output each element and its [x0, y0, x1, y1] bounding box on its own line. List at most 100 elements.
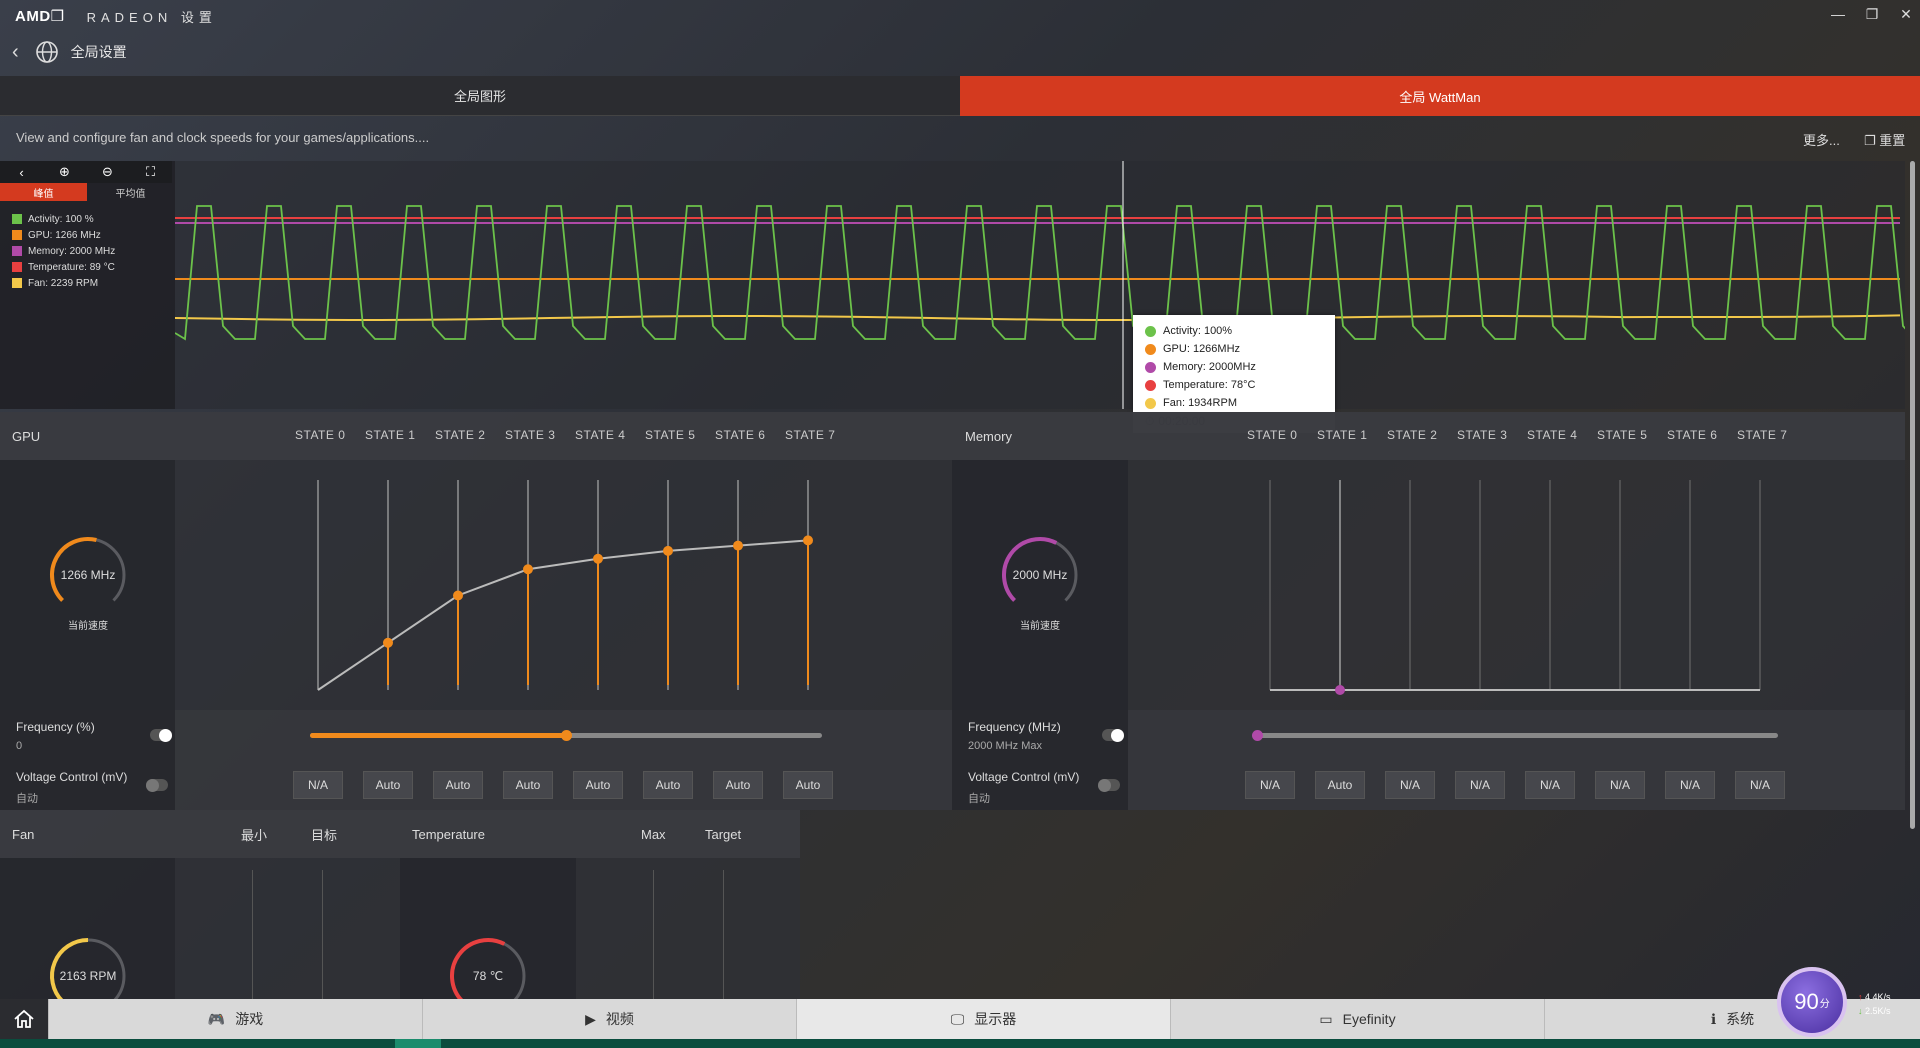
tooltip-item: Memory: 2000MHz: [1145, 358, 1323, 376]
memory-voltage-button-2[interactable]: N/A: [1385, 771, 1435, 799]
memory-frequency-slider[interactable]: [1252, 730, 1778, 741]
bottom-tab-0[interactable]: 🎮 游戏: [48, 999, 422, 1039]
gpu-state-0: STATE 0: [295, 428, 346, 442]
upload-icon: ↑: [1858, 992, 1866, 1002]
download-speed: 2.5K/s: [1865, 1006, 1891, 1016]
gpu-voltage-button-7[interactable]: Auto: [783, 771, 833, 799]
memory-panel: Memory STATE 0 STATE 1 STATE 2 STATE 3 STATE…: [952, 412, 1905, 810]
gpu-frequency-row: Frequency (%) 0: [0, 710, 952, 760]
gpu-voltage-button-1[interactable]: Auto: [363, 771, 413, 799]
gpu-voltage-button-6[interactable]: Auto: [713, 771, 763, 799]
memory-voltage-button-3[interactable]: N/A: [1455, 771, 1505, 799]
gpu-voltage-toggle[interactable]: [146, 778, 168, 792]
graph-sidebar: ‹ ⊕ ⊖ ⛶ 峰值 平均值 Activity: 100 % GPU: 1266 …: [0, 161, 175, 409]
fit-icon[interactable]: ⛶: [129, 161, 172, 183]
gpu-voltage-value: 自动: [16, 793, 38, 805]
legend-item[interactable]: Fan: 2239 RPM: [0, 275, 175, 291]
legend-item[interactable]: Memory: 2000 MHz: [0, 243, 175, 259]
close-button[interactable]: ✕: [1896, 6, 1916, 23]
legend-checkbox[interactable]: [12, 230, 22, 240]
tooltip-item: Activity: 100%: [1145, 322, 1323, 340]
gpu-state-point[interactable]: [663, 545, 673, 556]
gpu-slider-thumb[interactable]: [561, 730, 572, 741]
reset-label: 重置: [1879, 133, 1906, 148]
bottom-tab-1[interactable]: ▶ 视频: [422, 999, 796, 1039]
gpu-state-point[interactable]: [523, 564, 533, 575]
scrollbar[interactable]: [1910, 161, 1915, 829]
mode-peak[interactable]: 峰值: [0, 183, 87, 201]
more-link[interactable]: 更多...: [1803, 130, 1840, 149]
fan-panel: Fan 最小 目标 2163 RPM: [0, 810, 400, 1003]
memory-state-point[interactable]: [1335, 685, 1345, 695]
tab-global-wattman[interactable]: 全局 WattMan: [960, 76, 1920, 116]
memory-voltage-button-0[interactable]: N/A: [1245, 771, 1295, 799]
gpu-state-point[interactable]: [803, 535, 813, 546]
legend-label: Memory: 2000 MHz: [28, 245, 116, 257]
legend-item[interactable]: Temperature: 89 °C: [0, 259, 175, 275]
memory-frequency-toggle[interactable]: [1102, 728, 1124, 742]
temperature-target-track[interactable]: [723, 870, 724, 1000]
memory-voltage-button-4[interactable]: N/A: [1525, 771, 1575, 799]
memory-slider-thumb[interactable]: [1252, 730, 1263, 741]
legend-item[interactable]: GPU: 1266 MHz: [0, 227, 175, 243]
fan-header: Fan 最小 目标: [0, 810, 400, 858]
memory-voltage-button-7[interactable]: N/A: [1735, 771, 1785, 799]
info-icon: ℹ: [1710, 1010, 1717, 1027]
zoom-in-icon[interactable]: ⊕: [43, 161, 86, 183]
legend-checkbox[interactable]: [12, 262, 22, 272]
status-segment: [395, 1039, 441, 1048]
temperature-col-max: Max: [641, 826, 666, 842]
gpu-frequency-toggle[interactable]: [150, 728, 172, 742]
reset-button[interactable]: ❐ 重置: [1864, 130, 1905, 149]
gpu-frequency-slider[interactable]: [310, 730, 822, 741]
gpu-state-point[interactable]: [593, 553, 603, 564]
tooltip-dot: [1145, 343, 1156, 355]
bottom-tab-3[interactable]: ▭ Eyefinity: [1170, 999, 1544, 1039]
gpu-voltage-button-5[interactable]: Auto: [643, 771, 693, 799]
memory-voltage-toggle[interactable]: [1098, 778, 1120, 792]
legend-checkbox[interactable]: [12, 278, 22, 288]
temperature-panel: Temperature Max Target 78 ℃: [400, 810, 800, 1003]
score-unit: 分: [1819, 998, 1830, 1010]
gpu-voltage-toggle-knob: [146, 778, 159, 792]
back-icon[interactable]: ‹: [12, 41, 19, 64]
tab-global-graphics[interactable]: 全局图形: [0, 76, 960, 116]
memory-voltage-button-6[interactable]: N/A: [1665, 771, 1715, 799]
restore-button[interactable]: ❐: [1862, 6, 1882, 23]
tooltip-dot: [1145, 325, 1156, 337]
gpu-state-point[interactable]: [383, 637, 393, 648]
fan-title: Fan: [12, 826, 35, 842]
mode-average[interactable]: 平均值: [87, 183, 174, 201]
graph-back-icon[interactable]: ‹: [0, 161, 43, 183]
zoom-out-icon[interactable]: ⊖: [86, 161, 129, 183]
gpu-voltage-button-2[interactable]: Auto: [433, 771, 483, 799]
performance-score-badge[interactable]: 90 分: [1777, 967, 1847, 1037]
home-button[interactable]: [0, 999, 48, 1039]
gpu-state-curve[interactable]: [300, 470, 840, 710]
memory-state-curve[interactable]: [1252, 470, 1792, 710]
bottom-tab-2[interactable]: 🖵 显示器: [796, 999, 1170, 1039]
gpu-voltage-title: Voltage Control (mV): [16, 770, 128, 784]
memory-voltage-button-5[interactable]: N/A: [1595, 771, 1645, 799]
fan-target-track[interactable]: [322, 870, 323, 1000]
temperature-max-track[interactable]: [653, 870, 654, 1000]
network-speed: ↑ 4.4K/s ↓ 2.5K/s: [1858, 990, 1891, 1018]
eyefinity-icon: ▭: [1319, 1010, 1333, 1027]
temperature-gauge-value: 78 ℃: [472, 969, 504, 983]
fan-min-track[interactable]: [252, 870, 253, 1000]
legend-checkbox[interactable]: [12, 214, 22, 224]
download-icon: ↓: [1858, 1006, 1866, 1016]
gpu-state-point[interactable]: [733, 540, 743, 551]
gpu-voltage-button-4[interactable]: Auto: [573, 771, 623, 799]
legend-checkbox[interactable]: [12, 246, 22, 256]
legend-label: GPU: 1266 MHz: [28, 229, 101, 241]
memory-voltage-title: Voltage Control (mV): [968, 770, 1080, 784]
legend-item[interactable]: Activity: 100 %: [0, 211, 175, 227]
graph-canvas[interactable]: [175, 161, 1905, 409]
gpu-voltage-button-3[interactable]: Auto: [503, 771, 553, 799]
temperature-header: Temperature Max Target: [400, 810, 800, 858]
memory-voltage-button-1[interactable]: Auto: [1315, 771, 1365, 799]
minimize-button[interactable]: —: [1828, 6, 1848, 22]
gpu-voltage-button-0[interactable]: N/A: [293, 771, 343, 799]
gpu-state-point[interactable]: [453, 590, 463, 601]
